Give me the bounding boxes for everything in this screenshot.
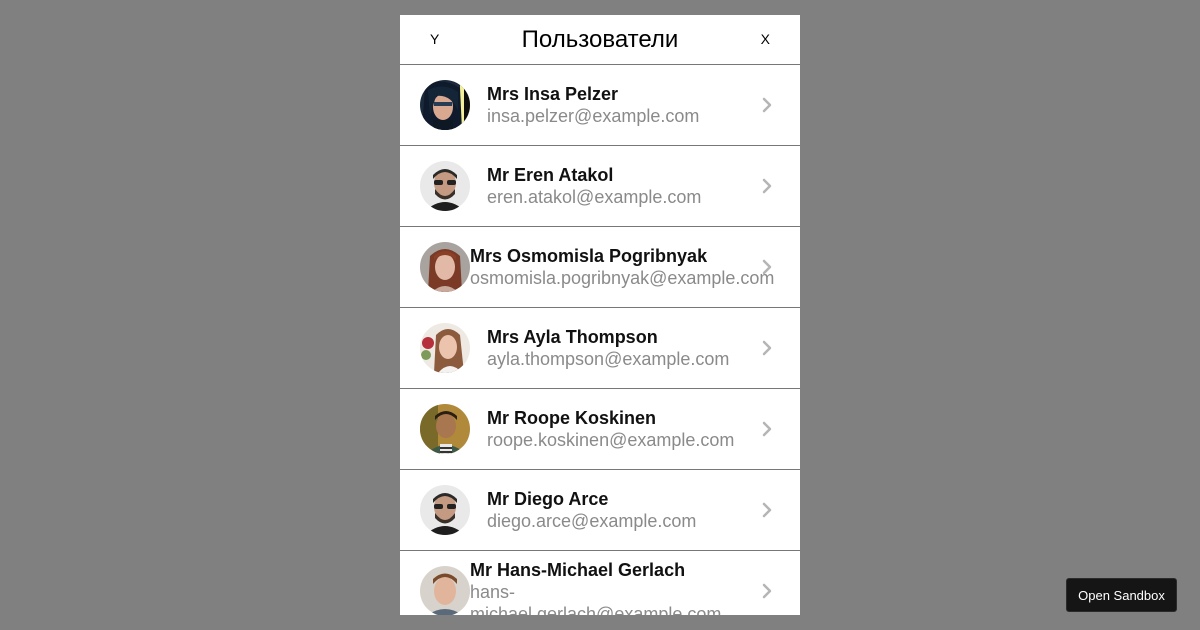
user-name: Mrs Ayla Thompson bbox=[487, 327, 658, 347]
list-item[interactable]: Mr Diego Arce diego.arce@example.com bbox=[400, 470, 800, 551]
chevron-right-icon bbox=[762, 259, 772, 275]
user-email: diego.arce@example.com bbox=[487, 511, 697, 531]
user-email: ayla.thompson@example.com bbox=[487, 349, 730, 369]
chevron-right-icon bbox=[762, 178, 772, 194]
users-modal: Y Пользователи X Mrs Insa Pelzer insa.pe… bbox=[400, 15, 800, 615]
chevron-right-icon bbox=[762, 97, 772, 113]
chevron-right-icon bbox=[762, 421, 772, 437]
avatar bbox=[420, 404, 470, 454]
modal-header: Y Пользователи X bbox=[400, 15, 800, 65]
avatar bbox=[420, 242, 470, 292]
user-name: Mrs Insa Pelzer bbox=[487, 84, 619, 104]
close-button[interactable]: X bbox=[761, 31, 770, 47]
list-item[interactable]: Mrs Osmomisla Pogribnyak osmomisla.pogri… bbox=[400, 227, 800, 308]
chevron-right-icon bbox=[762, 583, 772, 599]
avatar bbox=[420, 80, 470, 130]
list-item[interactable]: Mr Roope Koskinen roope.koskinen@example… bbox=[400, 389, 800, 470]
user-list: Mrs Insa Pelzer insa.pelzer@example.com bbox=[400, 65, 800, 615]
avatar bbox=[420, 566, 470, 615]
user-name: Mrs Osmomisla Pogribnyak bbox=[470, 246, 708, 266]
list-item[interactable]: Mr Hans-Michael Gerlach hans-michael.ger… bbox=[400, 551, 800, 615]
user-email: eren.atakol@example.com bbox=[487, 187, 702, 207]
chevron-right-icon bbox=[762, 340, 772, 356]
user-email: insa.pelzer@example.com bbox=[487, 106, 700, 126]
avatar bbox=[420, 323, 470, 373]
user-name: Mr Eren Atakol bbox=[487, 165, 614, 185]
list-item[interactable]: Mr Eren Atakol eren.atakol@example.com bbox=[400, 146, 800, 227]
avatar bbox=[420, 485, 470, 535]
user-email: osmomisla.pogribnyak@example.com bbox=[470, 268, 775, 288]
user-name: Mr Hans-Michael Gerlach bbox=[470, 560, 686, 580]
user-name: Mr Diego Arce bbox=[487, 489, 609, 509]
open-sandbox-button[interactable]: Open Sandbox bbox=[1066, 578, 1177, 612]
page-title: Пользователи bbox=[521, 26, 679, 53]
user-email: roope.koskinen@example.com bbox=[487, 430, 735, 450]
user-name: Mr Roope Koskinen bbox=[487, 408, 657, 428]
list-item[interactable]: Mrs Insa Pelzer insa.pelzer@example.com bbox=[400, 65, 800, 146]
avatar bbox=[420, 161, 470, 211]
list-item[interactable]: Mrs Ayla Thompson ayla.thompson@example.… bbox=[400, 308, 800, 389]
chevron-right-icon bbox=[762, 502, 772, 518]
user-email: hans-michael.gerlach@example.com bbox=[470, 582, 722, 615]
